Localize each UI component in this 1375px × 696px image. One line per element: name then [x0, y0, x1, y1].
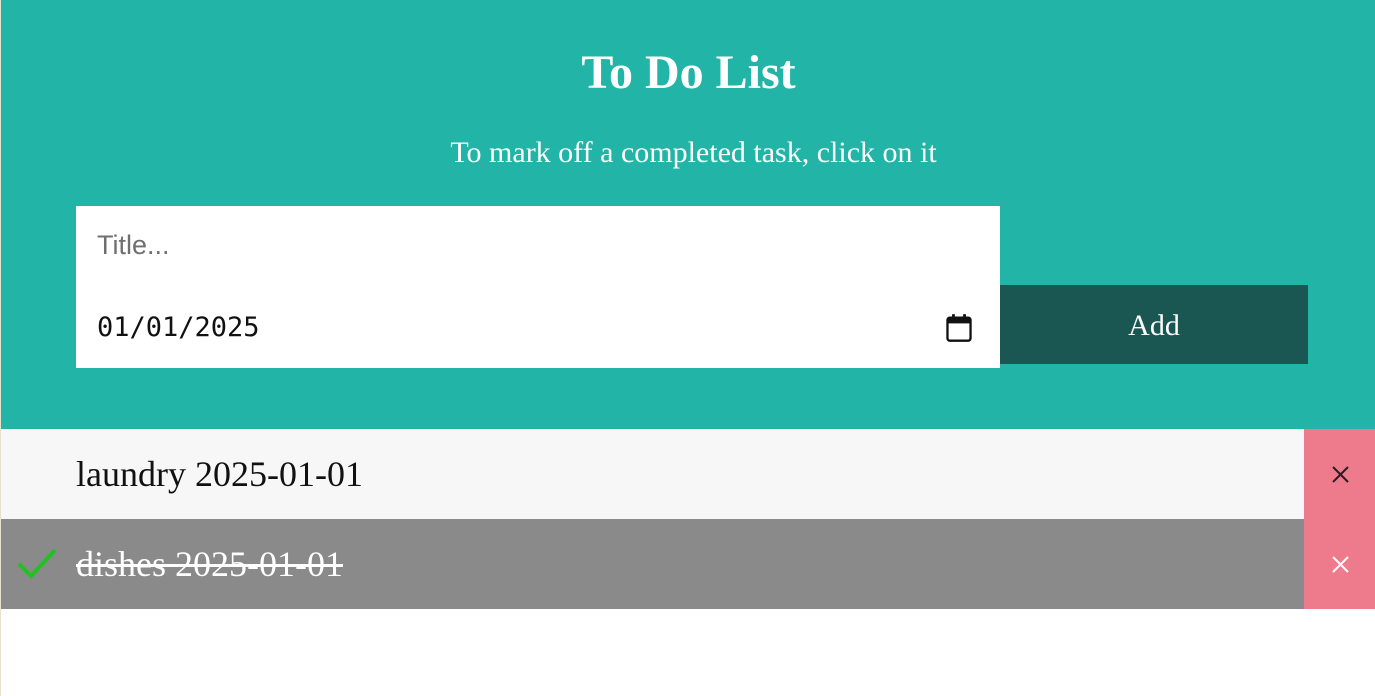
delete-button[interactable] — [1304, 519, 1375, 609]
todo-app: To Do List To mark off a completed task,… — [0, 0, 1375, 696]
delete-button[interactable] — [1304, 429, 1375, 519]
page-title: To Do List — [581, 46, 796, 99]
close-icon — [1332, 556, 1349, 573]
header: To Do List To mark off a completed task,… — [1, 0, 1375, 429]
instructions-text: To mark off a completed task, click on i… — [450, 136, 937, 169]
title-input[interactable] — [76, 206, 1000, 284]
date-value: 01/01/2025 — [97, 312, 260, 343]
task-form: 01/01/2025 — [76, 206, 1000, 368]
list-item[interactable]: dishes 2025-01-01 — [1, 519, 1375, 609]
calendar-icon[interactable] — [945, 313, 973, 343]
task-text: laundry 2025-01-01 — [76, 454, 363, 494]
list-item[interactable]: laundry 2025-01-01 — [1, 429, 1375, 519]
close-icon — [1332, 466, 1349, 483]
check-icon — [17, 548, 57, 579]
date-input[interactable]: 01/01/2025 — [76, 288, 1000, 368]
add-button[interactable]: Add — [1000, 285, 1308, 364]
task-list: laundry 2025-01-01 dishes 2025-01-01 — [1, 429, 1375, 609]
task-text: dishes 2025-01-01 — [76, 544, 343, 584]
